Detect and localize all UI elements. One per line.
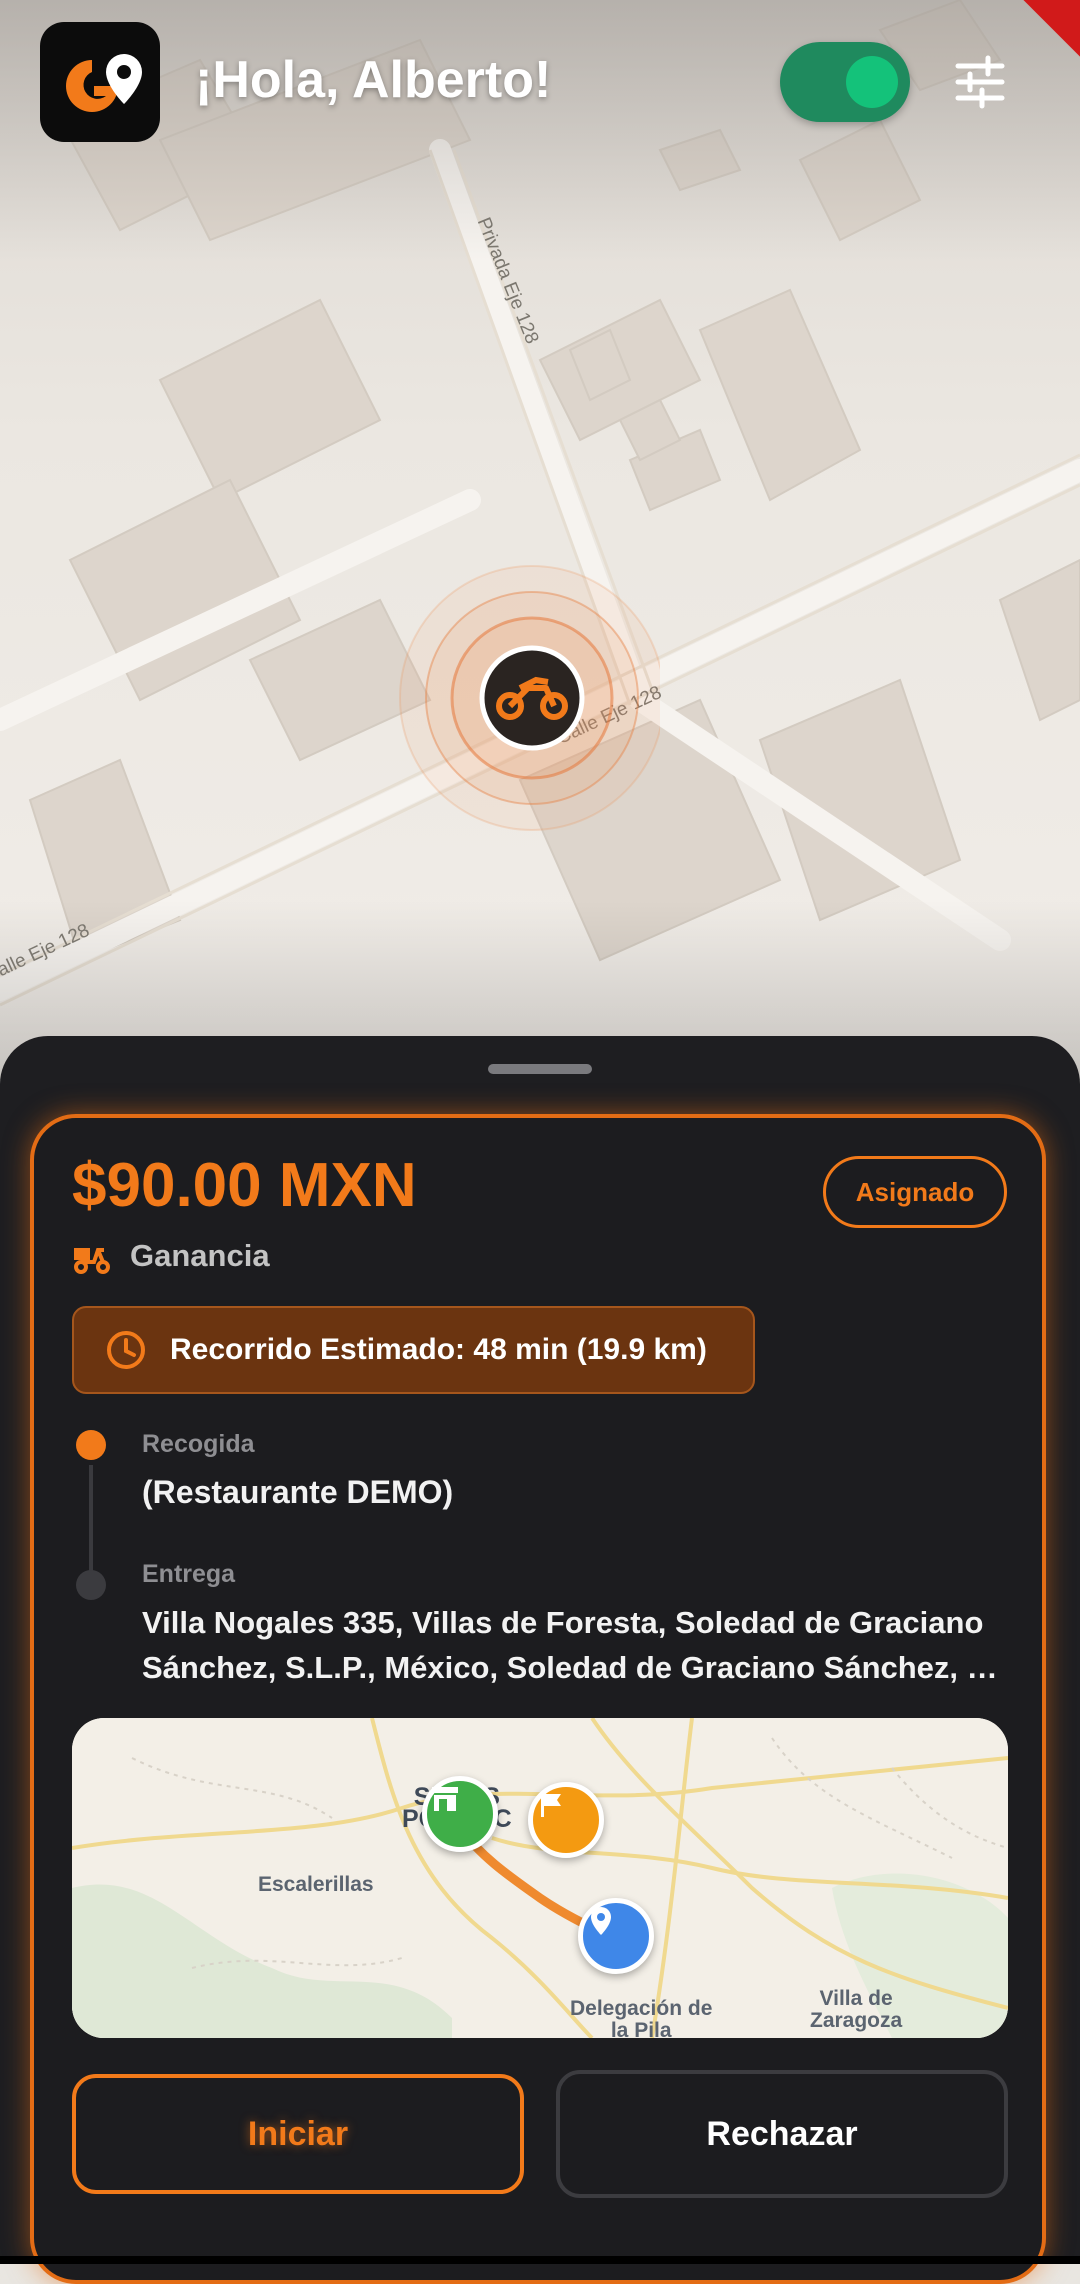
map-label-line: Delegación de — [570, 1997, 713, 2020]
pickup-value: (Restaurante DEMO) — [142, 1474, 454, 1510]
estimated-route-text: Recorrido Estimado: 48 min (19.9 km) — [170, 1333, 707, 1366]
dropoff-dot — [76, 1570, 106, 1600]
dropoff-address-line: Villa Nogales 335, Villas de Foresta, So… — [142, 1605, 984, 1640]
clock-icon — [107, 1331, 145, 1369]
current-location-pin[interactable] — [578, 1898, 654, 1974]
filter-button[interactable] — [950, 52, 1010, 112]
map-top-shade — [0, 0, 1080, 260]
background-map[interactable]: Privada Eje 128 Calle Eje 128 alle Eje 1… — [0, 0, 1080, 1080]
online-toggle[interactable] — [780, 42, 910, 122]
location-pin-icon — [591, 1907, 611, 1935]
pickup-label: Recogida — [142, 1430, 255, 1458]
dropoff-label: Entrega — [142, 1560, 236, 1588]
map-label-escalerillas: Escalerillas — [258, 1873, 374, 1896]
map-label-delegacion: Delegación de la Pila — [570, 1997, 713, 2039]
map-label-line: la Pila — [610, 2019, 672, 2039]
destination-flag-pin[interactable] — [528, 1782, 604, 1858]
estimated-route-banner: Recorrido Estimado: 48 min (19.9 km) — [72, 1306, 755, 1394]
toggle-knob — [846, 56, 898, 108]
go-logo-icon — [40, 22, 160, 142]
system-nav-bar — [0, 2256, 1080, 2264]
order-price: $90.00 MXN — [72, 1151, 417, 1220]
greeting-title: ¡Hola, Alberto! — [195, 51, 552, 109]
sheet-drag-handle[interactable] — [488, 1064, 592, 1074]
pickup-store-pin[interactable] — [422, 1776, 498, 1852]
map-label-line: Zaragoza — [810, 2009, 903, 2032]
rider-location-marker — [399, 565, 660, 831]
dropoff-address: Villa Nogales 335, Villas de Foresta, So… — [142, 1600, 1012, 1690]
route-preview-map[interactable]: S UIS PO C Escalerillas Delegación de la… — [72, 1718, 1008, 2038]
start-button[interactable]: Iniciar — [72, 2074, 524, 2194]
earning-label: Ganancia — [130, 1238, 270, 1273]
status-badge: Asignado — [823, 1156, 1007, 1228]
scooter-icon — [74, 1248, 110, 1274]
reject-button[interactable]: Rechazar — [556, 2070, 1008, 2198]
flag-icon — [541, 1793, 561, 1817]
sliders-icon — [955, 55, 1005, 109]
pickup-dot — [76, 1430, 106, 1460]
route-connector — [89, 1465, 93, 1577]
map-label-villa-zaragoza: Villa de Zaragoza — [810, 1988, 902, 2032]
store-icon — [432, 1787, 458, 1811]
dropoff-address-line: Sánchez, S.L.P., México, Soledad de Grac… — [142, 1650, 1012, 1685]
map-label-line: Villa de — [819, 1987, 893, 2010]
